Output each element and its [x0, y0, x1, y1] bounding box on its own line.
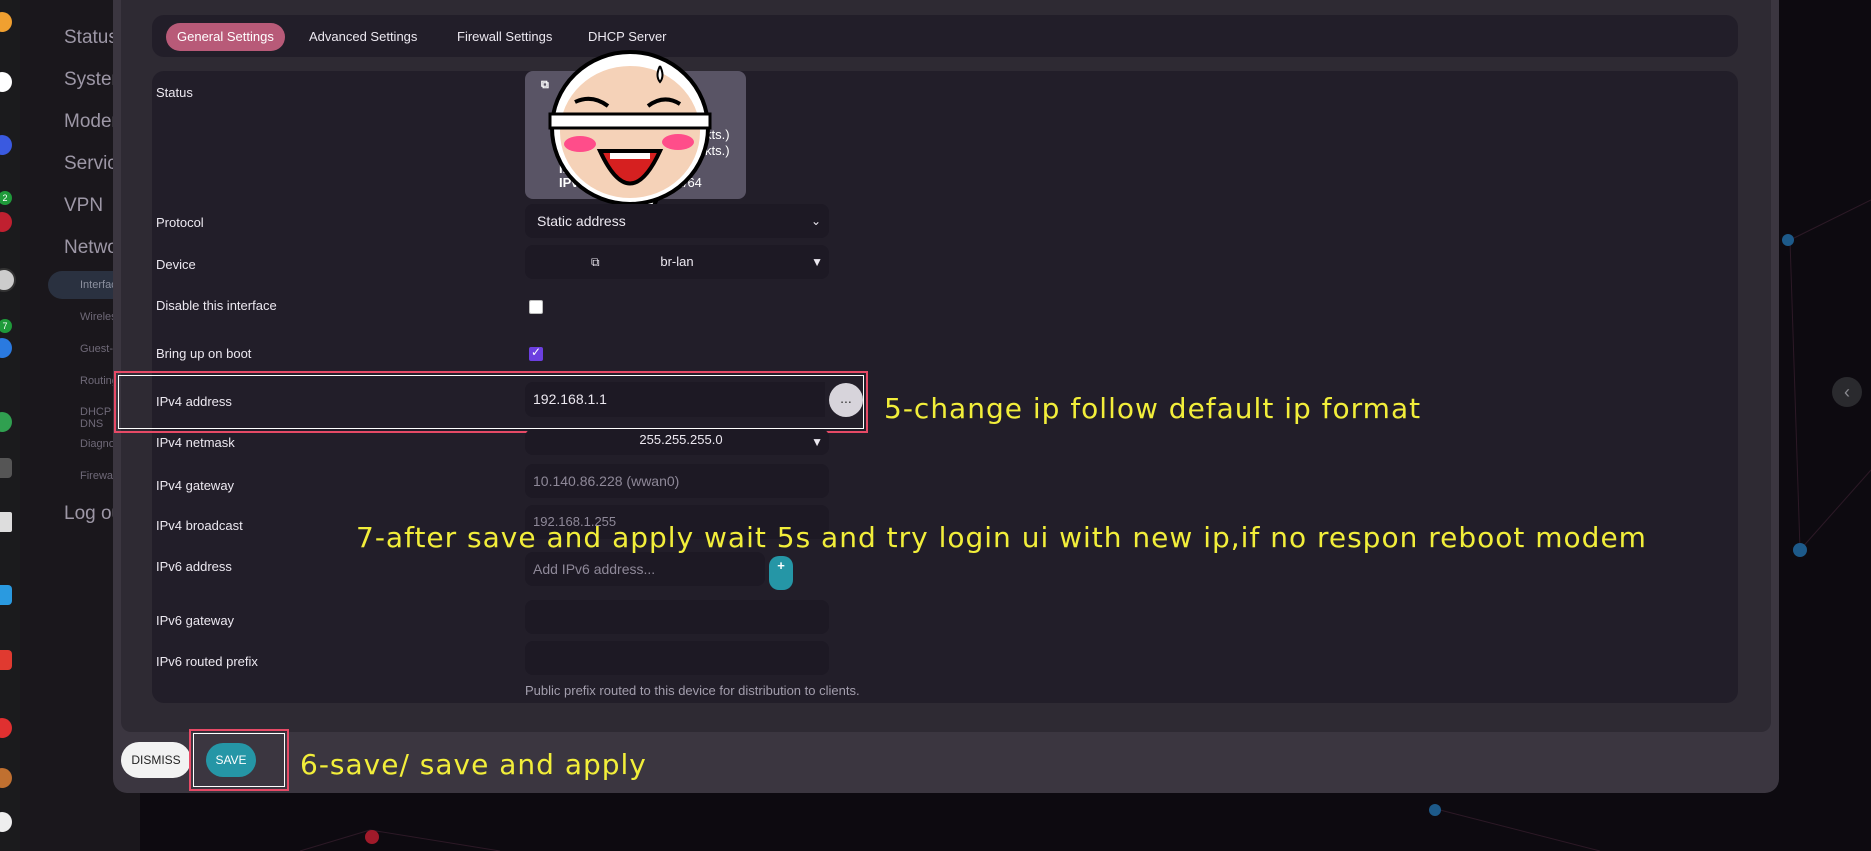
protocol-value: Static address — [537, 213, 626, 229]
protocol-select[interactable]: Static address ⌄ — [525, 204, 829, 238]
device-value: br-lan — [660, 254, 694, 269]
caret-down-icon: ▼ — [811, 435, 823, 449]
protocol-label: Protocol — [156, 215, 204, 230]
network-device-icon: ⧉ — [591, 255, 600, 269]
app-icon[interactable] — [0, 412, 12, 432]
app-icon[interactable] — [0, 338, 12, 358]
tab-general-settings[interactable]: General Settings — [166, 23, 285, 51]
ipv6-gateway-label: IPv6 gateway — [156, 613, 235, 628]
chevron-left-icon[interactable]: ‹ — [1832, 377, 1862, 407]
app-icon[interactable] — [0, 718, 12, 738]
sidebar-item-vpn[interactable]: VPN — [64, 195, 103, 217]
ipv4-netmask-select[interactable]: 255.255.255.0 ▼ — [525, 429, 829, 455]
browser-icon[interactable] — [0, 12, 12, 32]
status-label: Status — [156, 85, 193, 100]
dismiss-button[interactable]: DISMISS — [121, 742, 191, 778]
ipv4-netmask-value: 255.255.255.0 — [639, 432, 723, 447]
caret-down-icon: ▼ — [811, 255, 823, 269]
device-select[interactable]: ⧉ br-lan ▼ — [525, 245, 829, 279]
ipv4-broadcast-label: IPv4 broadcast — [156, 518, 243, 533]
app-icon[interactable] — [0, 512, 12, 532]
annotation-step6: 6-save/ save and apply — [300, 748, 647, 781]
ipv6-prefix-input[interactable] — [525, 641, 829, 675]
app-icon[interactable] — [0, 212, 12, 232]
ipv6-address-label: IPv6 address — [156, 559, 232, 574]
app-icon[interactable] — [0, 768, 12, 788]
app-icon[interactable] — [0, 812, 12, 832]
app-icon[interactable] — [0, 72, 12, 92]
tab-bar: General Settings Advanced Settings Firew… — [152, 15, 1738, 57]
ipv6-address-input[interactable]: Add IPv6 address... — [525, 552, 765, 586]
app-icon[interactable] — [0, 650, 12, 670]
tab-advanced-settings[interactable]: Advanced Settings — [298, 23, 428, 51]
ipv4-netmask-label: IPv4 netmask — [156, 435, 235, 450]
ipv6-prefix-hint: Public prefix routed to this device for … — [525, 683, 860, 698]
disable-label: Disable this interface — [156, 298, 277, 313]
app-icon[interactable] — [0, 135, 12, 155]
annotation-step7: 7-after save and apply wait 5s and try l… — [356, 521, 1647, 554]
ipv4-gateway-input[interactable]: 10.140.86.228 (wwan0) — [525, 464, 829, 498]
ipv6-gateway-input[interactable] — [525, 600, 829, 634]
ipv6-prefix-label: IPv6 routed prefix — [156, 654, 258, 669]
ipv4-gateway-label: IPv4 gateway — [156, 478, 235, 493]
boot-label: Bring up on boot — [156, 346, 252, 361]
app-icon[interactable] — [0, 585, 12, 605]
boot-checkbox[interactable] — [529, 345, 543, 361]
notification-badge: 2 — [0, 191, 12, 205]
highlight-save — [189, 729, 289, 791]
add-ipv6-button[interactable]: + — [769, 556, 793, 590]
chevron-down-icon: ⌄ — [810, 214, 821, 228]
sidebar-item-status[interactable]: Status — [64, 27, 118, 49]
device-label: Device — [156, 257, 196, 272]
notification-badge: 7 — [0, 319, 12, 333]
highlight-ipv4 — [114, 371, 868, 433]
app-dock: 2 7 — [0, 0, 20, 851]
disable-checkbox[interactable] — [529, 300, 543, 314]
annotation-step5: 5-change ip follow default ip format — [884, 392, 1422, 425]
app-icon[interactable] — [0, 268, 16, 292]
app-icon[interactable] — [0, 458, 12, 478]
